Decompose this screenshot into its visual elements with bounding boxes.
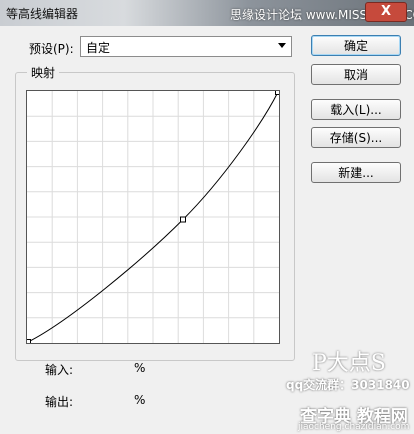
- url-watermark: jiaocheng.chazidian.com: [298, 422, 410, 432]
- preset-label: 预设(P):: [29, 42, 74, 56]
- input-percent: %: [134, 361, 146, 375]
- curve-graph[interactable]: [26, 90, 280, 344]
- title-bar: 等高线编辑器 思缘设计论坛 www.MISSYUAN.COM X: [0, 0, 414, 26]
- output-label: 输出:: [45, 395, 74, 409]
- load-button[interactable]: 载入(L)...: [311, 99, 401, 120]
- close-button[interactable]: X: [365, 2, 407, 22]
- preset-value: 自定: [86, 41, 111, 55]
- curve-point-handle[interactable]: [27, 339, 31, 344]
- save-button[interactable]: 存储(S)...: [311, 127, 401, 148]
- mapping-legend: 映射: [27, 64, 60, 81]
- input-label: 输入:: [45, 363, 74, 377]
- curve-point-handle[interactable]: [180, 216, 186, 223]
- preset-select[interactable]: 自定: [80, 36, 292, 57]
- curve-canvas[interactable]: [27, 91, 279, 343]
- window-title: 等高线编辑器: [6, 7, 79, 21]
- contour-editor-window: 等高线编辑器 思缘设计论坛 www.MISSYUAN.COM X 预设(P): …: [0, 0, 414, 434]
- brand-watermark: P大点S: [312, 351, 386, 376]
- ok-button[interactable]: 确定: [311, 35, 401, 56]
- cancel-button[interactable]: 取消: [311, 64, 401, 85]
- chevron-down-icon: [278, 43, 286, 48]
- new-button[interactable]: 新建...: [311, 162, 401, 183]
- output-percent: %: [134, 393, 146, 407]
- curve-point-handle[interactable]: [275, 91, 280, 95]
- qq-watermark: qq交流群：3031840: [286, 378, 410, 392]
